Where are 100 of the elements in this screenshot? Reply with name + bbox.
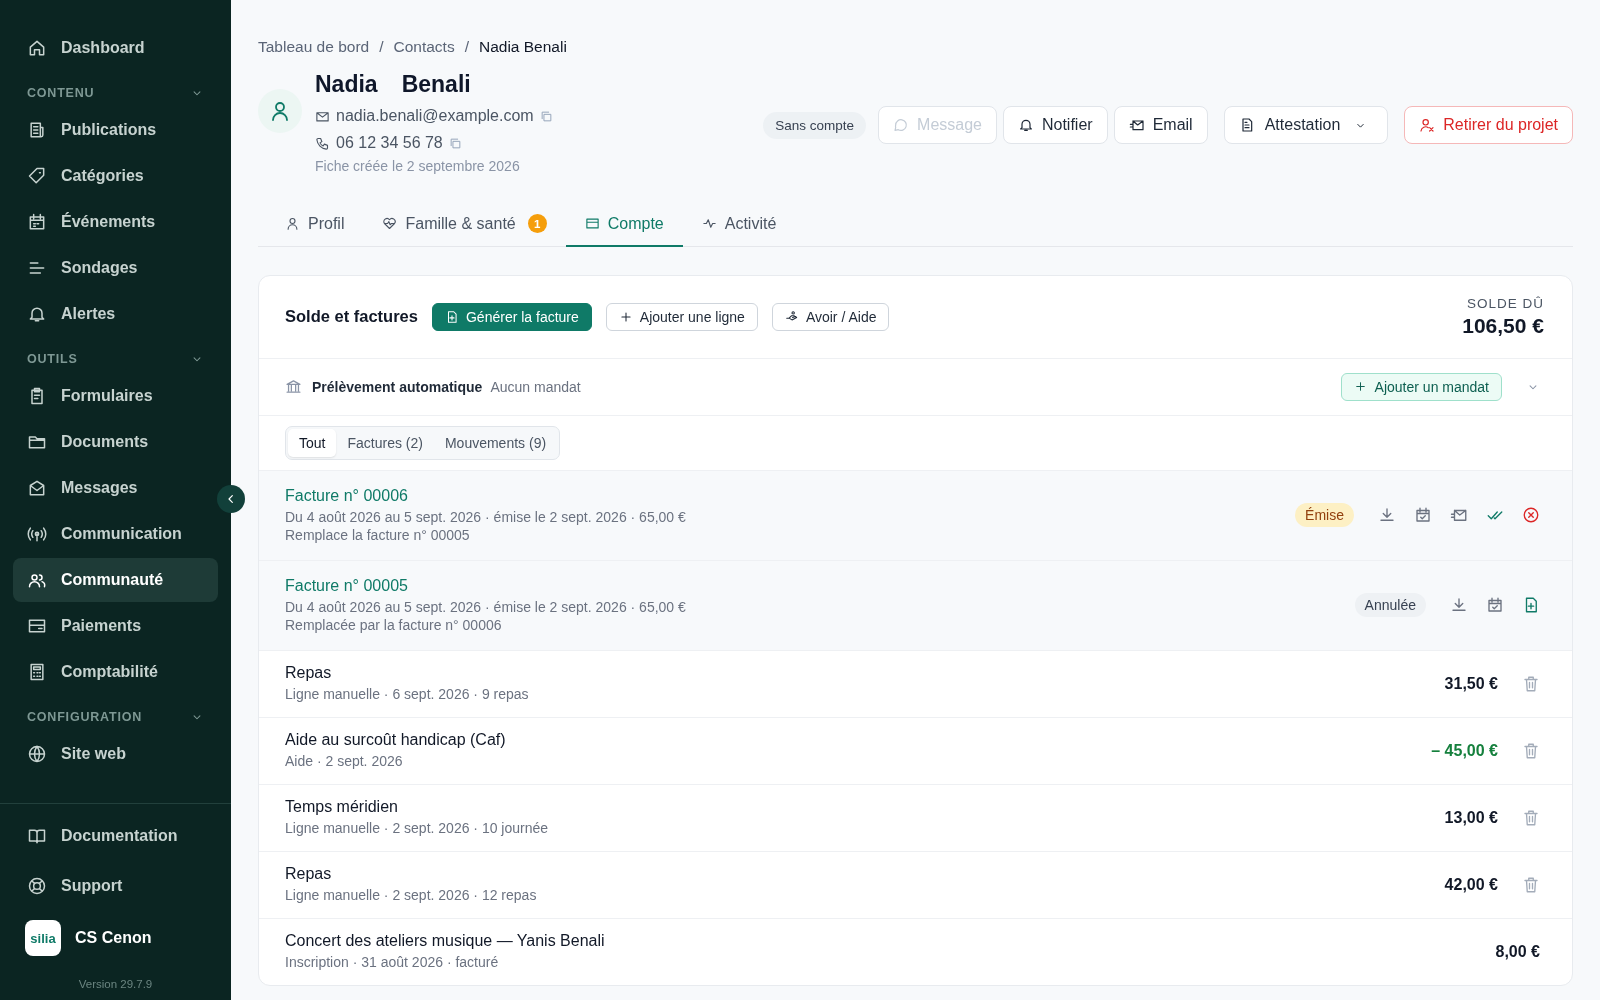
card-icon — [27, 616, 47, 636]
action-button[interactable]: Avoir / Aide — [771, 302, 890, 331]
entry-amount: – 45,00 € — [1431, 741, 1498, 760]
calendar-icon[interactable] — [1486, 596, 1504, 614]
lifebuoy-icon — [27, 876, 47, 896]
entry-amount: 42,00 € — [1444, 875, 1498, 894]
organization-name: CS Cenon — [75, 929, 152, 947]
last-name: Benali — [401, 71, 471, 98]
sidebar-item[interactable]: Formulaires — [13, 374, 218, 418]
section-title: CONFIGURATION — [27, 710, 143, 724]
invoice-link[interactable]: Facture n° 00006 — [285, 486, 1278, 505]
status-badge: Annulée — [1354, 593, 1426, 617]
invoice-note: Remplacée par la facture n° 00006 — [285, 615, 503, 634]
invoice-note: Remplace la facture n° 00005 — [285, 525, 471, 544]
entry-amount: 13,00 € — [1444, 808, 1498, 827]
plus-icon — [1353, 380, 1367, 393]
sidebar-item[interactable]: Site web — [13, 732, 218, 776]
add-mandate-button[interactable]: Ajouter un mandat — [1340, 372, 1502, 401]
entry-amount: 31,50 € — [1444, 674, 1498, 693]
home-icon — [27, 38, 47, 58]
action-button[interactable]: Email — [1113, 106, 1208, 144]
balance-label: SOLDE DÛ — [1465, 295, 1544, 311]
collapse-button[interactable] — [217, 485, 245, 513]
tab[interactable]: Activité — [682, 214, 796, 247]
entry-details: Inscription · 31 août 2026 · facturé — [285, 953, 500, 971]
sidebar-item[interactable]: Comptabilité — [13, 650, 218, 694]
user-remove-icon — [1419, 117, 1436, 133]
sidebar-item[interactable]: Paiements — [13, 604, 218, 648]
user-icon — [285, 216, 300, 231]
entry-title: Repas — [285, 664, 333, 682]
sidebar-item[interactable]: Messages — [13, 466, 218, 510]
bell-icon — [1017, 117, 1034, 133]
action-button[interactable]: Ajouter une ligne — [605, 302, 758, 331]
phone-text: 06 12 34 56 78 — [336, 134, 443, 152]
tab[interactable]: Famille & santé 1 — [363, 214, 566, 247]
entry-details: Ligne manuelle · 2 sept. 2026 · 12 repas — [285, 886, 538, 904]
filter-tab[interactable]: Factures (2) — [336, 428, 434, 457]
entry-title: Aide au surcoût handicap (Caf) — [285, 731, 507, 749]
sidebar-item[interactable]: Publications — [13, 108, 218, 152]
sidebar-item[interactable]: Support — [13, 862, 218, 910]
tag-icon — [27, 166, 47, 186]
debit-status: Aucun mandat — [490, 378, 581, 395]
globe-icon — [27, 744, 47, 764]
invoice-link[interactable]: Facture n° 00005 — [285, 576, 1337, 595]
envelope-icon — [1128, 117, 1145, 133]
breadcrumb-link[interactable]: Nadia Benali — [478, 38, 567, 56]
download-icon[interactable] — [1378, 506, 1396, 524]
action-button[interactable]: Retirer du projet — [1404, 106, 1573, 144]
newspaper-icon — [27, 120, 47, 140]
tab[interactable]: Profil — [266, 214, 364, 247]
action-button[interactable]: Notifier — [1002, 106, 1108, 144]
sidebar-item[interactable]: Alertes — [13, 292, 218, 336]
status-badge: Émise — [1295, 503, 1354, 527]
sidebar-item[interactable]: Documentation — [13, 812, 218, 860]
created-date: Fiche créée le 2 septembre 2026 — [315, 158, 521, 174]
sidebar-item[interactable]: Documents — [13, 420, 218, 464]
sidebar-item[interactable]: Événements — [13, 200, 218, 244]
version-text: Version 29.7.9 — [77, 977, 154, 990]
book-icon — [27, 826, 47, 846]
entry-details: Ligne manuelle · 2 sept. 2026 · 10 journée — [285, 819, 550, 837]
breadcrumb-link[interactable]: Contacts — [393, 38, 455, 56]
balance-amount: 106,50 € — [1462, 313, 1544, 338]
entry-title: Repas — [285, 865, 333, 883]
breadcrumb-separator: / — [464, 38, 469, 56]
plus-icon — [618, 309, 633, 324]
calendar-icon[interactable] — [1414, 506, 1432, 524]
download-icon[interactable] — [1450, 596, 1468, 614]
action-button[interactable]: Générer la facture — [431, 302, 592, 331]
breadcrumb-separator: / — [379, 38, 384, 56]
logo: silia — [25, 920, 61, 956]
email-text: nadia.benali@example.com — [336, 107, 534, 125]
filter-tab[interactable]: Mouvements (9) — [433, 428, 558, 457]
count-badge: 1 — [527, 214, 547, 233]
calendar-icon — [27, 212, 47, 232]
dropdown-button[interactable]: Attestation — [1223, 106, 1389, 144]
speech-bubble-icon — [893, 117, 910, 133]
entry-title: Concert des ateliers musique — Yanis Benali — [285, 932, 606, 950]
breadcrumb-link[interactable]: Tableau de bord — [258, 38, 370, 56]
sidebar-item[interactable]: Dashboard — [13, 26, 218, 70]
entry-details: Aide · 2 sept. 2026 — [285, 752, 404, 770]
entry-amount: 8,00 € — [1495, 942, 1540, 961]
sidebar-item[interactable]: Catégories — [13, 154, 218, 198]
first-name: Nadia — [315, 71, 378, 98]
tab[interactable]: Compte — [565, 214, 683, 247]
invoice-details: Du 4 août 2026 au 5 sept. 2026 · émise le 2 sept. 2026 · 65,00 € — [285, 507, 687, 526]
pulse-icon — [701, 216, 717, 231]
section-title: CONTENU — [27, 86, 95, 100]
cancel-icon[interactable] — [1522, 506, 1540, 524]
wallet-icon — [584, 216, 600, 231]
sidebar-item[interactable]: Sondages — [13, 246, 218, 290]
filter-tab[interactable]: Tout — [288, 428, 337, 457]
envelope-icon — [27, 478, 47, 498]
heart-icon — [382, 216, 398, 231]
invoice-details: Du 4 août 2026 au 5 sept. 2026 · émise le 2 sept. 2026 · 65,00 € — [285, 597, 687, 616]
sidebar-item[interactable]: Communication — [13, 512, 218, 556]
card-title: Solde et factures — [285, 307, 418, 326]
phone-icon — [315, 135, 330, 151]
entry-title: Temps méridien — [285, 798, 399, 816]
sidebar-item[interactable]: Communauté — [13, 558, 218, 602]
bell-icon — [27, 304, 47, 324]
